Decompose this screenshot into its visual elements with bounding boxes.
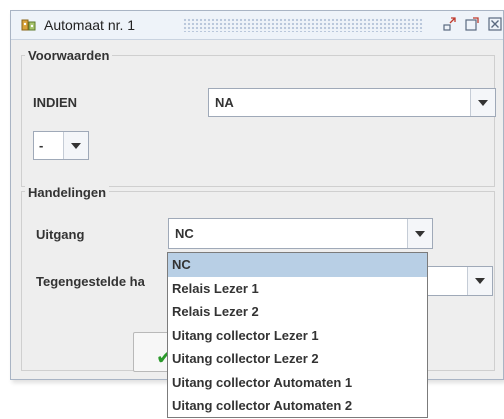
dropdown-item[interactable]: Uitang collector Lezer 1 — [168, 324, 427, 348]
small-select-value: - — [39, 138, 44, 153]
maximize-icon[interactable] — [464, 16, 480, 32]
window-title: Automaat nr. 1 — [44, 17, 136, 33]
indien-label: INDIEN — [33, 95, 78, 110]
indien-value: NA — [215, 95, 234, 110]
dropdown-item[interactable]: Relais Lezer 1 — [168, 277, 427, 301]
chevron-down-icon[interactable] — [63, 132, 88, 159]
uitgang-label: Uitgang — [36, 227, 85, 242]
indien-select[interactable]: NA — [208, 88, 496, 117]
title-bar[interactable]: Automaat nr. 1 — [11, 11, 503, 40]
dropdown-item[interactable]: Relais Lezer 2 — [168, 300, 427, 324]
chevron-down-icon[interactable] — [407, 219, 432, 248]
minimize-icon[interactable] — [441, 16, 457, 32]
close-icon[interactable] — [487, 16, 503, 32]
dropdown-item[interactable]: Uitang collector Lezer 2 — [168, 347, 427, 371]
voorwaarden-title: Voorwaarden — [25, 48, 113, 63]
dropdown-item[interactable]: Uitang collector Automaten 2 — [168, 394, 427, 418]
voorwaarden-group — [21, 55, 495, 187]
uitgang-value: NC — [175, 226, 194, 241]
dropdown-item[interactable]: NC — [168, 253, 427, 277]
chevron-down-icon[interactable] — [467, 267, 492, 295]
tegengestelde-label: Tegengestelde ha — [36, 274, 145, 289]
title-bar-texture — [183, 18, 423, 32]
uitgang-select[interactable]: NC — [168, 218, 433, 249]
app-icon — [21, 19, 36, 31]
chevron-down-icon[interactable] — [470, 89, 495, 116]
handelingen-title: Handelingen — [25, 185, 110, 200]
dropdown-item[interactable]: Uitang collector Automaten 1 — [168, 371, 427, 395]
uitgang-dropdown-list[interactable]: NC Relais Lezer 1 Relais Lezer 2 Uitang … — [167, 252, 428, 418]
small-select[interactable]: - — [33, 131, 89, 160]
